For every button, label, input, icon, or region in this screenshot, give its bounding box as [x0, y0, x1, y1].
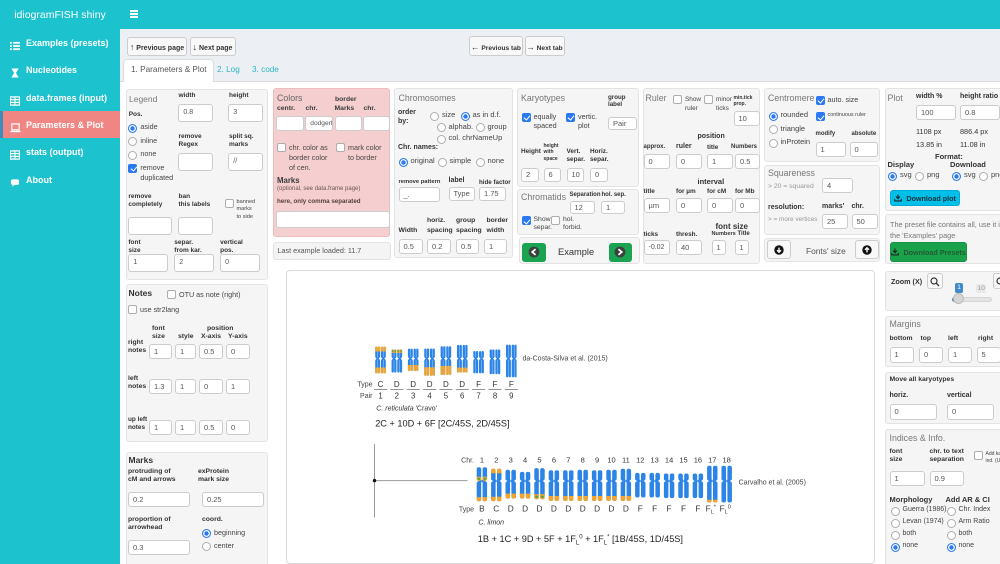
svg-text:9: 9 — [509, 392, 513, 401]
svg-text:F: F — [509, 380, 514, 389]
svg-text:6: 6 — [552, 456, 556, 465]
svg-text:D: D — [537, 504, 543, 514]
svg-text:12: 12 — [636, 456, 644, 465]
svg-text:10: 10 — [607, 456, 615, 465]
svg-text:8: 8 — [493, 392, 497, 401]
svg-text:3: 3 — [411, 392, 415, 401]
svg-text:5: 5 — [444, 392, 449, 401]
svg-text:D: D — [594, 504, 600, 514]
svg-text:D: D — [459, 380, 465, 389]
svg-text:2: 2 — [395, 392, 399, 401]
svg-text:6: 6 — [460, 392, 464, 401]
svg-text:Type: Type — [459, 507, 474, 514]
svg-text:D: D — [394, 380, 400, 389]
svg-text:2: 2 — [494, 456, 498, 465]
svg-text:1B + 1C + 9D + 5F + 1FL0 + 1FL: 1B + 1C + 9D + 5F + 1FL0 + 1FL* [1B/45S,… — [478, 534, 683, 547]
svg-text:13: 13 — [651, 456, 659, 465]
svg-text:D: D — [565, 504, 571, 514]
svg-text:8: 8 — [581, 456, 585, 465]
svg-text:1: 1 — [378, 392, 382, 401]
svg-text:11: 11 — [622, 456, 630, 465]
svg-text:D: D — [580, 504, 586, 514]
svg-text:F: F — [681, 504, 686, 514]
svg-text:C: C — [378, 380, 384, 389]
svg-text:Type: Type — [357, 382, 372, 389]
svg-text:15: 15 — [679, 456, 687, 465]
svg-text:FL0: FL0 — [720, 504, 731, 516]
svg-text:F: F — [695, 504, 700, 514]
svg-text:D: D — [443, 380, 449, 389]
svg-text:5: 5 — [537, 456, 541, 465]
svg-text:4: 4 — [523, 456, 527, 465]
svg-text:17: 17 — [708, 456, 716, 465]
svg-text:F: F — [652, 504, 657, 514]
svg-text:16: 16 — [694, 456, 702, 465]
svg-text:3: 3 — [509, 456, 513, 465]
svg-text:Pair: Pair — [360, 393, 373, 400]
svg-text:D: D — [410, 380, 416, 389]
svg-text:D: D — [522, 504, 528, 514]
svg-text:Carvalho et al. (2005): Carvalho et al. (2005) — [739, 480, 806, 487]
svg-text:D: D — [623, 504, 629, 514]
svg-text:9: 9 — [595, 456, 599, 465]
svg-text:F: F — [476, 380, 481, 389]
svg-text:7: 7 — [566, 456, 570, 465]
svg-text:F: F — [638, 504, 643, 514]
svg-text:4: 4 — [427, 392, 432, 401]
svg-text:da-Costa-Silva et al. (2015): da-Costa-Silva et al. (2015) — [523, 356, 608, 363]
svg-text:B: B — [479, 504, 485, 514]
svg-text:FL*: FL* — [706, 504, 717, 516]
svg-text:Chr.: Chr. — [461, 458, 474, 465]
svg-text:7: 7 — [476, 392, 480, 401]
svg-text:F: F — [667, 504, 672, 514]
svg-text:D: D — [508, 504, 514, 514]
svg-text:18: 18 — [723, 456, 731, 465]
svg-text:D: D — [609, 504, 615, 514]
svg-text:D: D — [427, 380, 433, 389]
svg-text:14: 14 — [665, 456, 673, 465]
svg-text:1: 1 — [480, 456, 484, 465]
svg-text:2C + 10D + 6F [2C/45S, 2D/45S]: 2C + 10D + 6F [2C/45S, 2D/45S] — [375, 419, 509, 429]
svg-text:C. reticulata 'Cravo': C. reticulata 'Cravo' — [376, 406, 437, 413]
svg-text:F: F — [493, 380, 498, 389]
svg-text:C: C — [493, 504, 499, 514]
svg-text:C. limon: C. limon — [478, 520, 504, 527]
svg-text:D: D — [551, 504, 557, 514]
